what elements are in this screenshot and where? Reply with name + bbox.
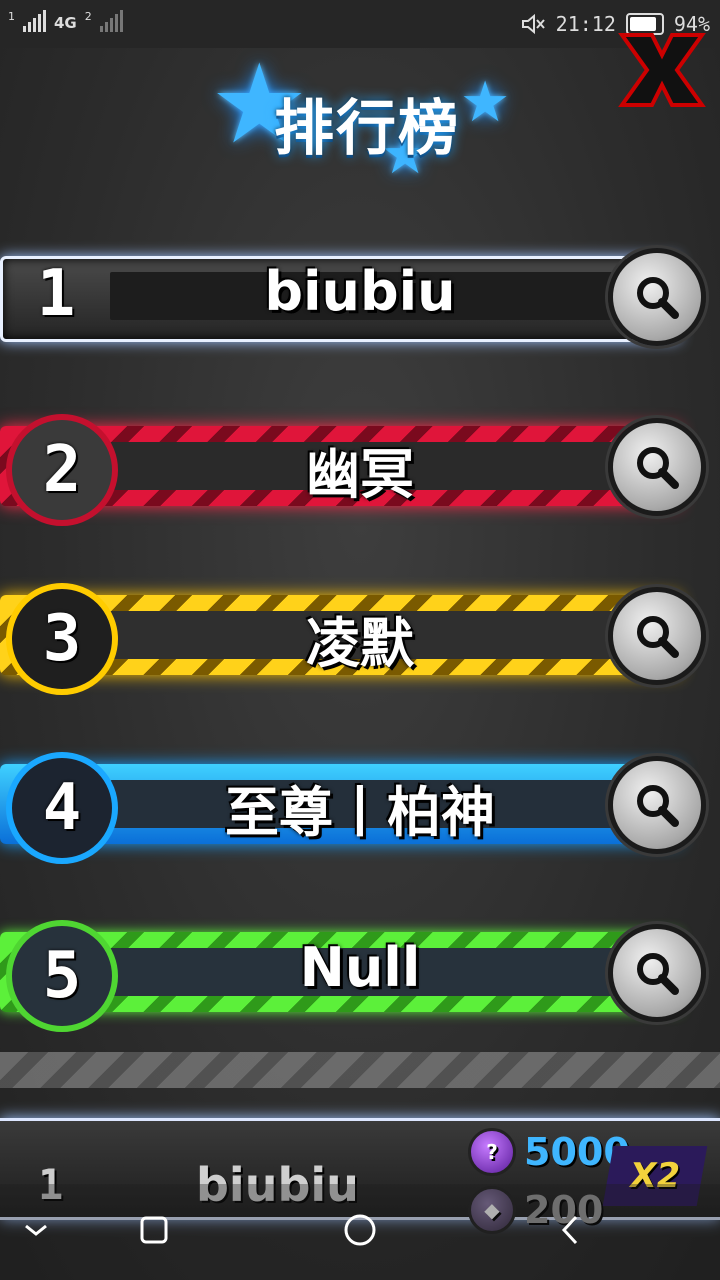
system-nav-bar xyxy=(0,1184,720,1280)
leaderboard-row-4[interactable]: 4 至尊丨柏神 xyxy=(0,722,720,872)
close-icon[interactable] xyxy=(612,30,712,110)
rank-badge: 4 xyxy=(6,752,118,864)
leaderboard-row-1[interactable]: 1 biubiu xyxy=(0,214,720,364)
signal-icon xyxy=(23,10,46,32)
rank-number: 4 xyxy=(42,771,82,845)
circle-icon xyxy=(344,1214,376,1246)
mute-icon xyxy=(521,13,545,35)
rank-number: 2 xyxy=(42,433,82,507)
player-name: Null xyxy=(299,936,421,999)
player-name: 凌默 xyxy=(306,612,414,675)
sim1-label: 1 xyxy=(8,10,15,23)
rank-badge: 2 xyxy=(6,414,118,526)
view-player-button[interactable] xyxy=(608,924,706,1022)
nav-recents-button[interactable] xyxy=(134,1210,174,1250)
title-area: ★ ★ ★ 排行榜 xyxy=(210,40,510,190)
network-label: 4G xyxy=(54,14,77,32)
rank-number: 3 xyxy=(42,602,82,676)
star-icon: ★ xyxy=(460,70,511,135)
square-icon xyxy=(140,1216,168,1244)
search-icon xyxy=(637,785,679,827)
nav-back-button[interactable] xyxy=(550,1210,590,1250)
nav-home-button[interactable] xyxy=(340,1210,380,1250)
leaderboard-row-2[interactable]: 2 幽冥 xyxy=(0,384,720,534)
chevron-down-icon xyxy=(25,1224,47,1236)
view-player-button[interactable] xyxy=(608,756,706,854)
nav-collapse-button[interactable] xyxy=(16,1210,56,1250)
search-icon xyxy=(637,277,679,319)
search-icon xyxy=(637,953,679,995)
rank-number: 5 xyxy=(42,939,82,1013)
clock: 21:12 xyxy=(555,12,616,36)
page-title: 排行榜 xyxy=(274,94,460,164)
rank-badge: 1 xyxy=(6,244,106,344)
signal-icon-secondary xyxy=(99,10,123,32)
rank-badge: 5 xyxy=(6,920,118,1032)
reward-primary: ? 5000 xyxy=(468,1128,630,1176)
player-name: 幽冥 xyxy=(306,443,414,506)
leaderboard-row-3[interactable]: 3 凌默 xyxy=(0,553,720,703)
search-icon xyxy=(637,616,679,658)
player-name: biubiu xyxy=(264,260,456,323)
sim2-label: 2 xyxy=(84,10,92,23)
view-player-button[interactable] xyxy=(608,418,706,516)
player-name: 至尊丨柏神 xyxy=(225,781,495,844)
search-icon xyxy=(637,447,679,489)
rank-badge: 3 xyxy=(6,583,118,695)
list-divider xyxy=(0,1052,720,1088)
view-player-button[interactable] xyxy=(608,248,706,346)
back-icon xyxy=(561,1215,578,1245)
status-left: 1 4G 2 xyxy=(8,10,123,32)
leaderboard-row-5[interactable]: 5 Null xyxy=(0,890,720,1040)
view-player-button[interactable] xyxy=(608,587,706,685)
coin-icon: ? xyxy=(468,1128,516,1176)
rank-number: 1 xyxy=(36,257,76,331)
